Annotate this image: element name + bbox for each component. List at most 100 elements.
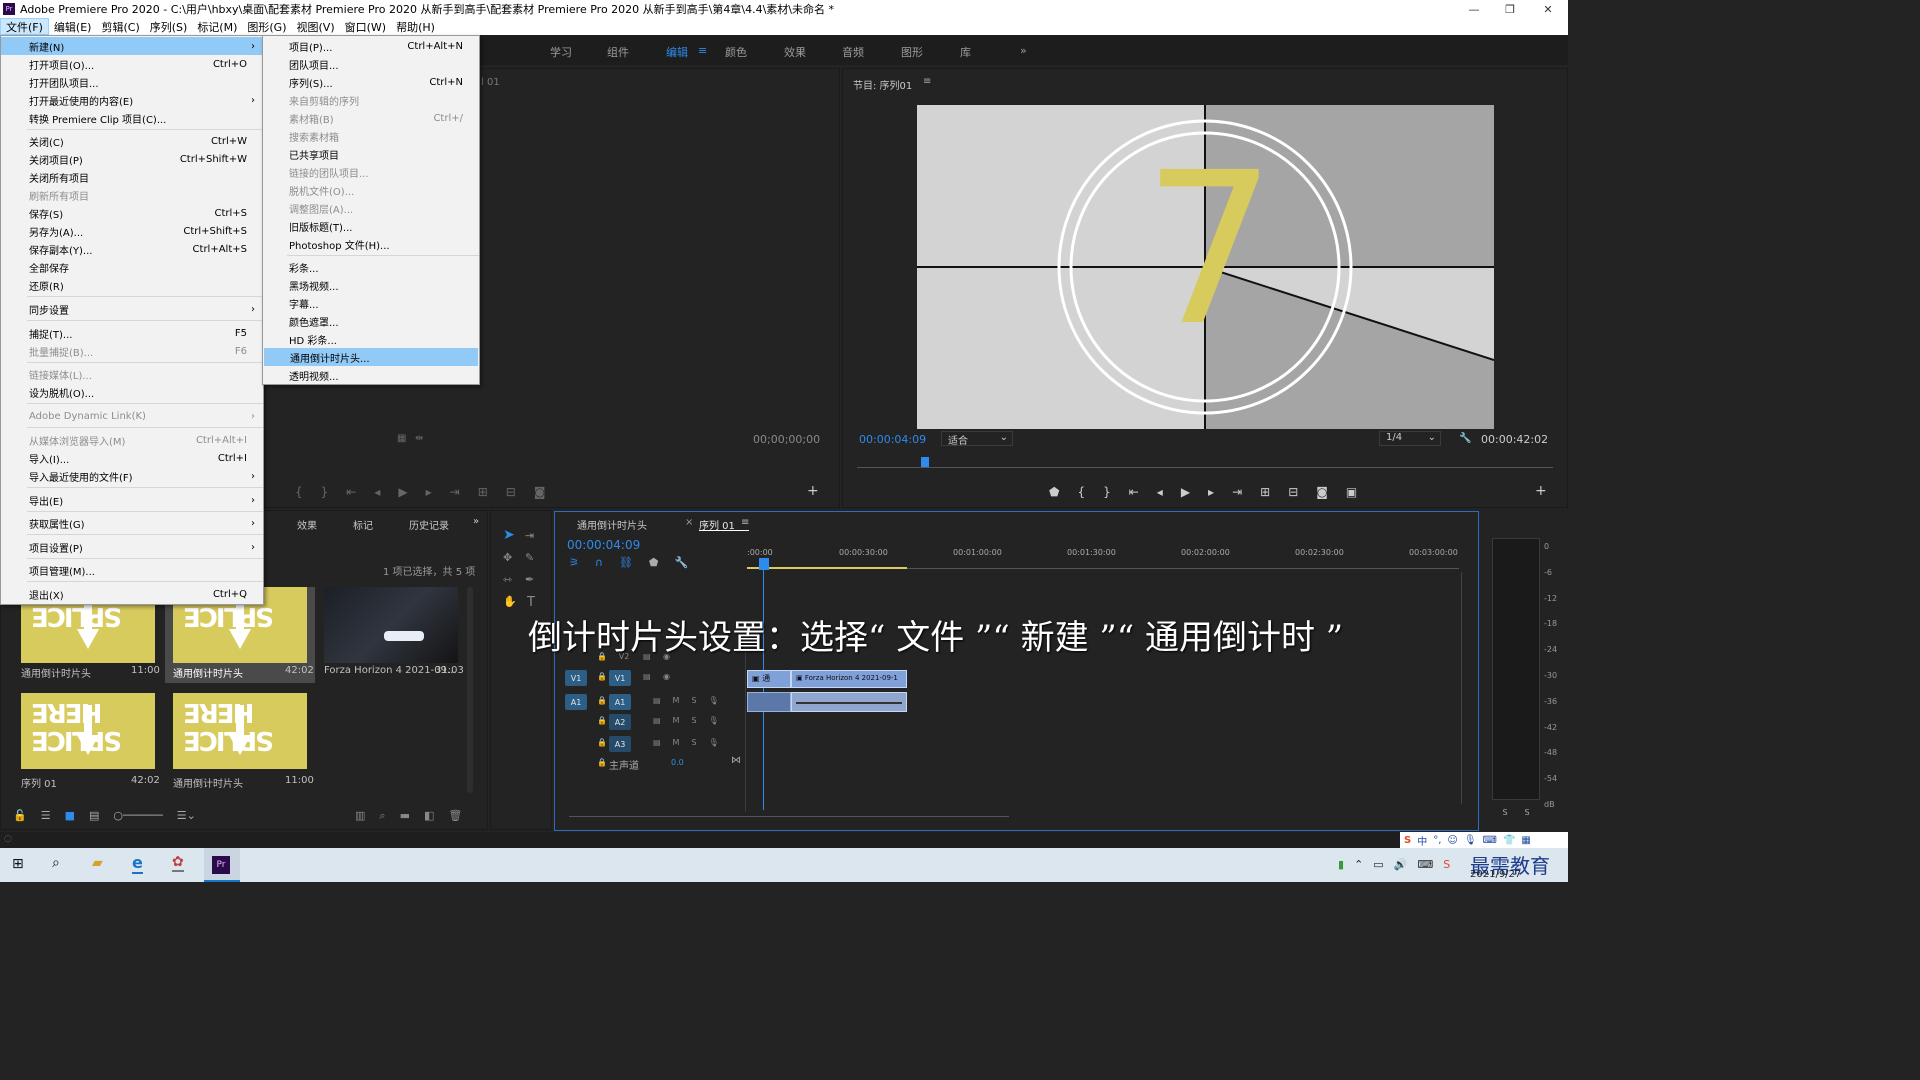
play-icon[interactable]: ▶: [1181, 485, 1190, 499]
go-out-icon[interactable]: ⇥: [450, 485, 460, 499]
timeline-playhead-handle[interactable]: [759, 558, 769, 570]
master-volume-value[interactable]: 0.0: [671, 758, 684, 767]
close-tab-icon[interactable]: ×: [685, 517, 693, 528]
timeline-clip-audio-a1[interactable]: [747, 692, 791, 712]
timeline-tab-countdown[interactable]: 通用倒计时片头: [577, 517, 647, 532]
mic-icon[interactable]: 🎙: [709, 696, 719, 705]
insert-clip-icon[interactable]: ⊞: [478, 485, 488, 499]
workspace-tab-assembly[interactable]: 组件: [607, 44, 629, 60]
submenu-item-team-project[interactable]: 团队项目...: [263, 55, 479, 73]
freeform-view-icon[interactable]: ▤: [89, 809, 99, 822]
trash-icon[interactable]: 🗑: [448, 809, 462, 823]
camera-icon[interactable]: ◙: [1316, 485, 1328, 499]
lift-icon[interactable]: ⊞: [1260, 485, 1270, 499]
timeline-clip-video-v1[interactable]: ▣ Forza Horizon 4 2021-09-1: [791, 670, 907, 688]
menu-item-sync-settings[interactable]: 同步设置 ›: [1, 300, 263, 318]
step-forward-icon[interactable]: ▸: [426, 485, 432, 499]
mark-in-icon[interactable]: {: [1077, 485, 1085, 499]
mute-button[interactable]: M: [673, 738, 680, 747]
submenu-item-photoshop-file[interactable]: Photoshop 文件(H)...: [263, 235, 479, 253]
sync-lock-icon[interactable]: ▤: [653, 696, 661, 705]
network-icon[interactable]: ▭: [1373, 858, 1383, 871]
menu-item-save-as[interactable]: 另存为(A)... Ctrl+Shift+S: [1, 222, 263, 240]
source-tab[interactable]: l 01: [481, 77, 500, 88]
menu-item-close[interactable]: 关闭(C) Ctrl+W: [1, 132, 263, 150]
slip-tool-icon[interactable]: ⇿: [503, 573, 512, 586]
menu-item-close-project[interactable]: 关闭项目(P) Ctrl+Shift+W: [1, 150, 263, 168]
menu-help[interactable]: 帮助(H): [391, 18, 440, 35]
tab-history[interactable]: 历史记录: [409, 517, 449, 532]
skin-icon[interactable]: 👕: [1503, 835, 1515, 846]
menu-window[interactable]: 窗口(W): [340, 18, 391, 35]
mic-icon[interactable]: 🎙: [709, 716, 719, 725]
menu-item-make-offline[interactable]: 设为脱机(O)...: [1, 383, 263, 401]
tab-effects[interactable]: 效果: [297, 517, 317, 532]
solo-button[interactable]: S: [691, 716, 696, 725]
work-area-bar[interactable]: [747, 567, 907, 569]
lock-icon[interactable]: 🔒: [597, 696, 607, 705]
wrench-icon[interactable]: 🔧: [1459, 433, 1471, 444]
project-scrollbar[interactable]: [467, 587, 473, 793]
menu-item-project-settings[interactable]: 项目设置(P) ›: [1, 538, 263, 556]
submenu-item-sequence[interactable]: 序列(S)... Ctrl+N: [263, 73, 479, 91]
timeline-clip-countdown-v1[interactable]: ▣ 通: [747, 670, 791, 688]
program-scrub-bar[interactable]: [857, 467, 1553, 468]
workspace-tab-graphics[interactable]: 图形: [901, 44, 923, 60]
selection-tool-icon[interactable]: ➤: [503, 527, 515, 543]
timeline-horizontal-scrollbar[interactable]: [569, 816, 1009, 817]
menu-item-convert-clip[interactable]: 转换 Premiere Clip 项目(C)...: [1, 109, 263, 127]
add-marker-icon[interactable]: ⬟: [649, 556, 659, 569]
submenu-item-shared-project[interactable]: 已共享项目: [263, 145, 479, 163]
project-item-thumbnail[interactable]: HERE SPLICE: [21, 693, 155, 769]
file-explorer-icon[interactable]: ▰: [92, 855, 103, 871]
solo-button-left[interactable]: S: [1502, 808, 1507, 817]
menu-item-save-all[interactable]: 全部保存: [1, 258, 263, 276]
sync-lock-icon[interactable]: ▤: [653, 716, 661, 725]
menu-sequence[interactable]: 序列(S): [145, 18, 193, 35]
type-tool-icon[interactable]: T: [527, 595, 535, 610]
track-select-tool-icon[interactable]: ⇥: [525, 529, 534, 542]
add-button-icon[interactable]: +: [807, 483, 819, 499]
sogou-icon[interactable]: S: [1404, 835, 1411, 846]
panel-menu-icon[interactable]: ≡: [741, 517, 749, 528]
mute-button[interactable]: M: [673, 696, 680, 705]
marker-icon[interactable]: ⬟: [1049, 485, 1059, 499]
premiere-taskbar-button[interactable]: Pr: [204, 848, 240, 882]
workspace-tab-effects[interactable]: 效果: [784, 44, 806, 60]
keyboard-icon[interactable]: ⌨: [1483, 835, 1497, 846]
hand-tool-icon[interactable]: ✋: [503, 595, 517, 608]
linked-selection-icon[interactable]: ⛓: [619, 556, 633, 569]
menu-item-open-project[interactable]: 打开项目(O)... Ctrl+O: [1, 55, 263, 73]
mark-out-icon[interactable]: }: [1103, 485, 1111, 499]
menu-item-revert[interactable]: 还原(R): [1, 276, 263, 294]
menu-item-open-team-project[interactable]: 打开团队项目...: [1, 73, 263, 91]
lock-icon[interactable]: 🔒: [597, 738, 607, 747]
solo-button[interactable]: S: [691, 696, 696, 705]
sync-lock-icon[interactable]: ▤: [643, 672, 651, 681]
extract-icon[interactable]: ⊟: [1288, 485, 1298, 499]
mic-icon[interactable]: 🎙: [1464, 835, 1477, 846]
snap-icon[interactable]: ∩: [595, 556, 603, 569]
toolbox-icon[interactable]: ▦: [1521, 835, 1530, 846]
automate-icon[interactable]: ▥: [355, 809, 365, 823]
mute-button[interactable]: M: [673, 716, 680, 725]
menu-item-import-recent[interactable]: 导入最近使用的文件(F) ›: [1, 467, 263, 485]
input-icon[interactable]: ⌨: [1417, 858, 1433, 871]
eye-icon[interactable]: ◉: [663, 672, 670, 681]
lock-icon[interactable]: 🔒: [597, 758, 607, 767]
lock-icon[interactable]: 🔒: [597, 672, 607, 681]
menu-clip[interactable]: 剪辑(C): [96, 18, 144, 35]
close-icon[interactable]: ✕: [1530, 0, 1566, 18]
program-monitor-title[interactable]: 节目: 序列01: [853, 77, 912, 92]
list-view-icon[interactable]: ☰: [41, 809, 51, 822]
workspace-overflow-icon[interactable]: »: [1020, 44, 1027, 57]
workspace-menu-icon[interactable]: ≡: [698, 44, 707, 57]
workspace-tab-audio[interactable]: 音频: [842, 44, 864, 60]
new-bin-icon[interactable]: ▬: [400, 809, 410, 823]
submenu-item-legacy-title[interactable]: 旧版标题(T)...: [263, 217, 479, 235]
minimize-icon[interactable]: —: [1456, 0, 1492, 18]
submenu-item-project[interactable]: 项目(P)... Ctrl+Alt+N: [263, 37, 479, 55]
volume-icon[interactable]: 🔊: [1394, 858, 1408, 871]
menu-item-save[interactable]: 保存(S) Ctrl+S: [1, 204, 263, 222]
submenu-item-bars-tone[interactable]: 彩条...: [263, 258, 479, 276]
